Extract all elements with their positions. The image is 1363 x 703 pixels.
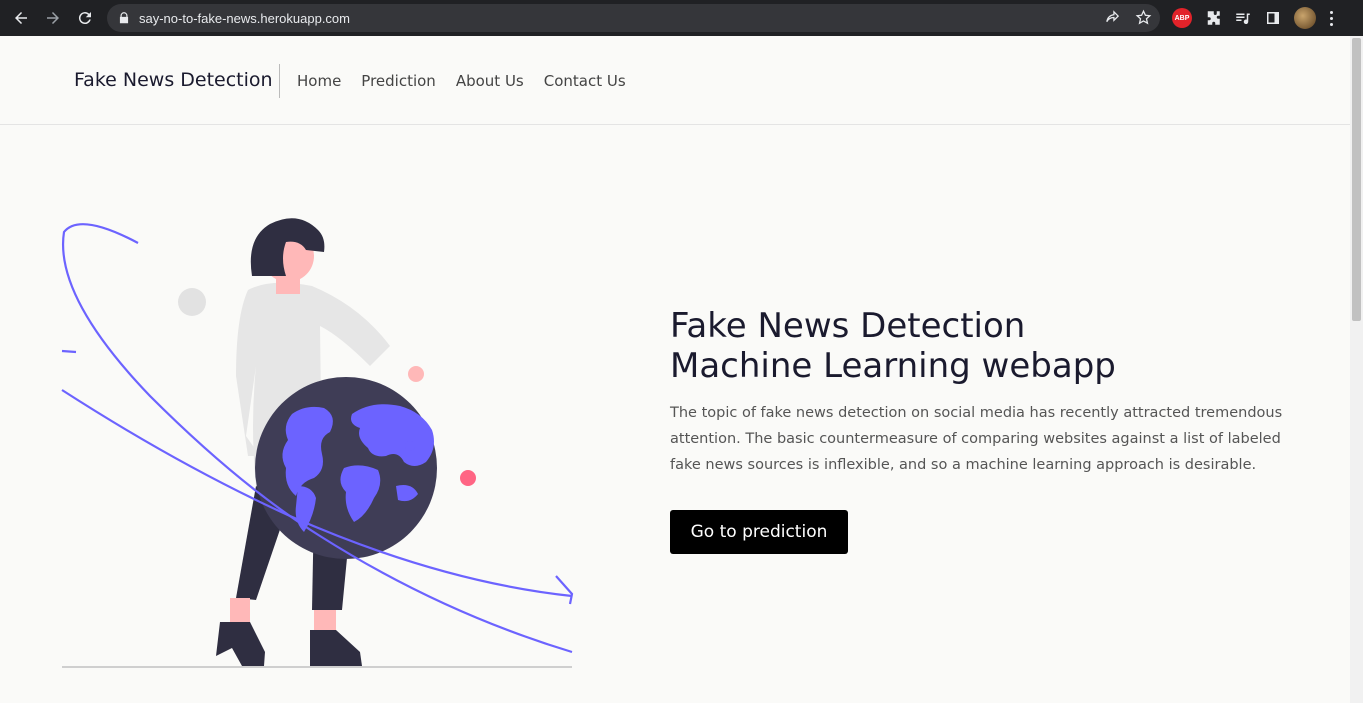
nav-link-prediction[interactable]: Prediction	[361, 72, 436, 90]
url-text[interactable]: say-no-to-fake-news.herokuapp.com	[139, 11, 350, 26]
nav-links: Home Prediction About Us Contact Us	[297, 72, 626, 90]
left-ankle	[230, 598, 250, 624]
browser-toolbar: say-no-to-fake-news.herokuapp.com ABP	[0, 0, 1363, 36]
hero-title: Fake News Detection Machine Learning web…	[670, 306, 1116, 386]
hero-title-line1: Fake News Detection	[670, 306, 1026, 346]
nav-divider	[279, 64, 280, 98]
profile-avatar[interactable]	[1294, 7, 1316, 29]
grey-dot	[178, 288, 206, 316]
scrollbar-thumb[interactable]	[1352, 38, 1361, 321]
side-panel-icon[interactable]	[1264, 9, 1282, 27]
site-brand[interactable]: Fake News Detection	[74, 69, 273, 91]
hero-description: The topic of fake news detection on soci…	[670, 405, 1283, 473]
right-hand	[408, 366, 424, 382]
right-boot	[310, 630, 362, 666]
lock-icon	[119, 12, 129, 24]
nav-link-about-us[interactable]: About Us	[456, 72, 524, 90]
nav-link-contact-us[interactable]: Contact Us	[544, 72, 626, 90]
adblock-extension-icon[interactable]: ABP	[1172, 8, 1192, 28]
orbit-arrow	[555, 575, 574, 605]
hero-illustration	[61, 218, 574, 668]
pink-dot	[460, 470, 476, 486]
nav-link-home[interactable]: Home	[297, 72, 341, 90]
right-ankle	[314, 610, 336, 630]
bookmark-star-icon[interactable]	[1135, 9, 1152, 26]
hero-title-line2: Machine Learning webapp	[670, 346, 1116, 386]
forward-icon[interactable]	[42, 7, 64, 29]
island-dot	[405, 441, 415, 451]
page-content: Fake News Detection Home Prediction Abou…	[0, 36, 1350, 703]
orbit-stub	[61, 349, 77, 354]
browser-menu-icon[interactable]	[1330, 10, 1334, 26]
media-queue-icon[interactable]	[1234, 9, 1252, 27]
extensions-puzzle-icon[interactable]	[1204, 9, 1222, 27]
share-icon[interactable]	[1104, 9, 1121, 26]
go-to-prediction-button[interactable]: Go to prediction	[670, 510, 848, 554]
left-boot	[216, 622, 265, 666]
site-navbar: Fake News Detection Home Prediction Abou…	[0, 36, 1350, 125]
back-icon[interactable]	[10, 7, 32, 29]
reload-icon[interactable]	[74, 7, 96, 29]
address-bar[interactable]: say-no-to-fake-news.herokuapp.com	[107, 4, 1160, 32]
